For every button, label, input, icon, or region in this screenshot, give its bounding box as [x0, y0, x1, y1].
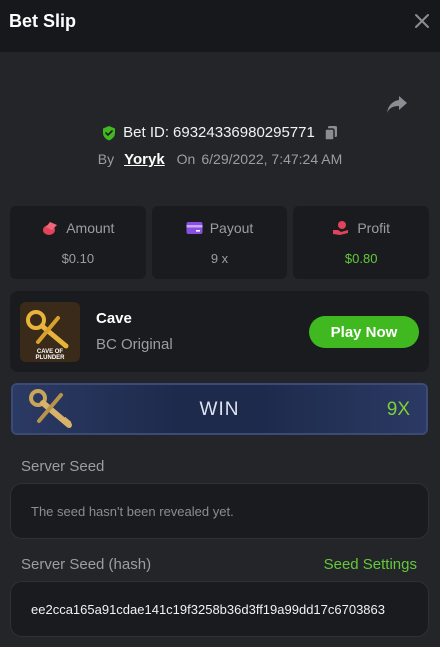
- svg-text:PLUNDER: PLUNDER: [35, 355, 65, 361]
- bet-author-row: By Yoryk On 6/29/2022, 7:47:24 AM: [0, 151, 440, 168]
- user-link[interactable]: Yoryk: [124, 151, 165, 168]
- server-seed-hash-field[interactable]: ee2cca165a91cdae141c19f3258b36d3ff19a99d…: [10, 581, 429, 637]
- play-now-button[interactable]: Play Now: [309, 316, 419, 348]
- by-label: By: [97, 151, 115, 167]
- amount-card: Amount $0.10: [10, 206, 146, 279]
- profit-value: $0.80: [344, 251, 378, 266]
- share-icon[interactable]: [386, 94, 408, 114]
- close-icon[interactable]: [414, 13, 430, 29]
- server-seed-field: The seed hasn't been revealed yet.: [10, 483, 429, 539]
- profit-card: Profit $0.80: [293, 206, 430, 279]
- cave-keys-icon: CAVE OF PLUNDER: [20, 302, 80, 362]
- payout-header: Payout: [152, 220, 288, 236]
- game-category: BC Original: [96, 336, 173, 353]
- profit-hand-icon: [333, 221, 349, 235]
- payout-value: 9 x: [210, 251, 229, 266]
- result-label: WIN: [199, 399, 240, 420]
- modal-title: Bet Slip: [9, 11, 77, 31]
- seed-settings-link[interactable]: Seed Settings: [324, 556, 417, 573]
- bet-id-label: Bet ID:: [123, 124, 170, 141]
- amount-value: $0.10: [61, 251, 95, 266]
- result-banner: WIN 9X: [11, 383, 428, 435]
- profit-label: Profit: [357, 220, 391, 236]
- profit-header: Profit: [293, 220, 429, 236]
- coins-icon: [43, 222, 58, 235]
- bet-date: 6/29/2022, 7:47:24 AM: [201, 151, 343, 167]
- title-bar: Bet Slip: [0, 0, 440, 52]
- result-multiplier: 9X: [386, 399, 410, 420]
- game-card: CAVE OF PLUNDER Cave BC Original Play No…: [10, 291, 429, 372]
- bet-stats: Amount $0.10 Payout 9 x Profit $0.80: [10, 206, 430, 279]
- server-seed-value: The seed hasn't been revealed yet.: [31, 504, 234, 519]
- game-name: Cave: [96, 310, 132, 327]
- amount-header: Amount: [10, 220, 146, 236]
- server-seed-label: Server Seed: [21, 458, 105, 475]
- server-seed-hash-label: Server Seed (hash): [21, 556, 152, 573]
- payout-label: Payout: [209, 220, 254, 236]
- payout-card: Payout 9 x: [151, 206, 288, 279]
- bet-id-value: 69324336980295771: [173, 124, 315, 141]
- wallet-icon: [186, 222, 203, 234]
- game-thumbnail[interactable]: CAVE OF PLUNDER: [20, 302, 80, 362]
- server-seed-hash-value: ee2cca165a91cdae141c19f3258b36d3ff19a99d…: [31, 602, 385, 617]
- bet-id-row: Bet ID: 69324336980295771: [0, 124, 440, 141]
- verified-shield-icon: [103, 125, 116, 140]
- copy-icon[interactable]: [323, 125, 339, 141]
- amount-label: Amount: [66, 220, 115, 236]
- on-label: On: [176, 151, 196, 167]
